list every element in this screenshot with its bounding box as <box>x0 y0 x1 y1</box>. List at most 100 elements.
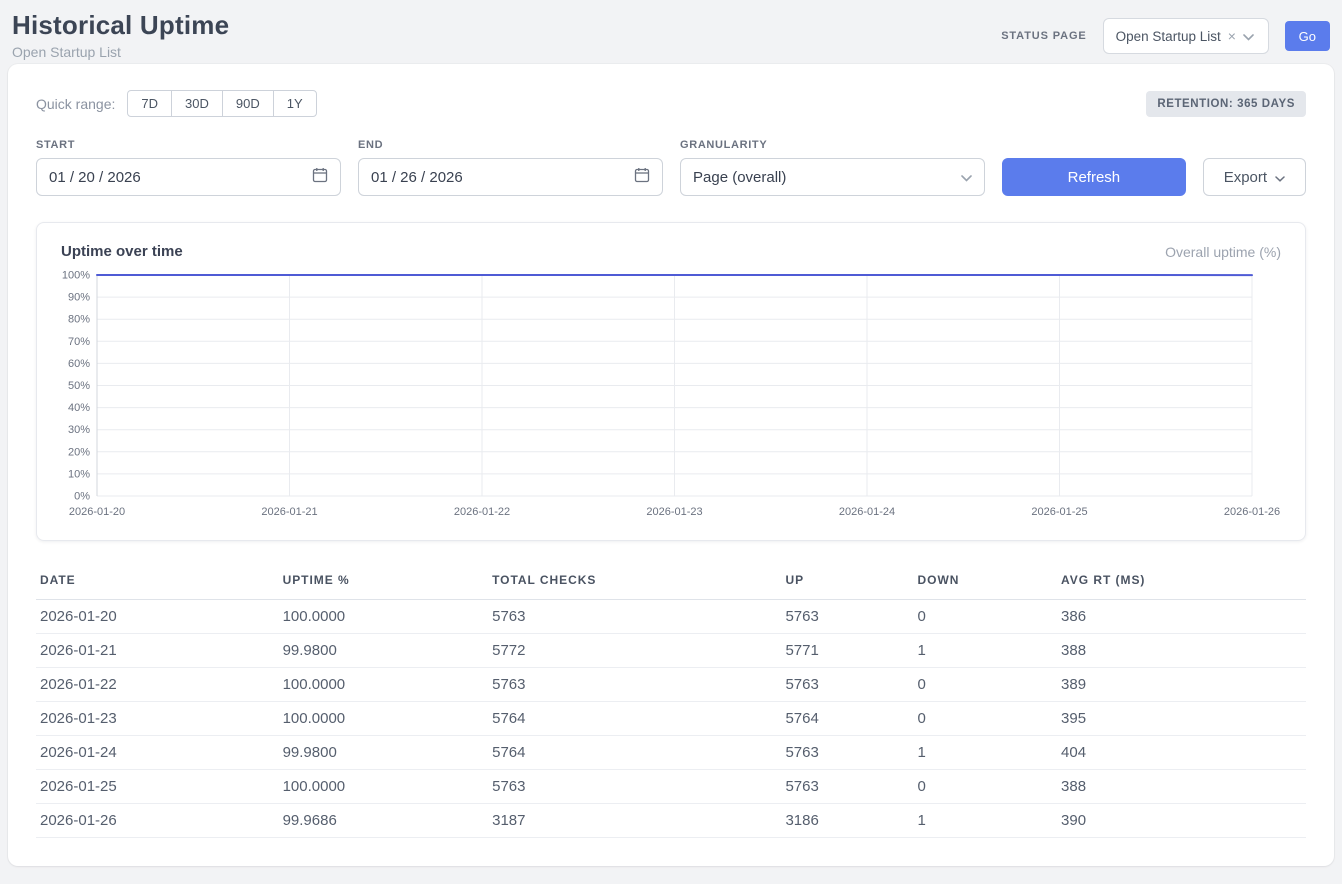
table-cell: 5763 <box>781 736 913 770</box>
table-row: 2026-01-23100.0000576457640395 <box>36 702 1306 736</box>
chart-legend: Overall uptime (%) <box>1165 244 1281 260</box>
svg-text:2026-01-25: 2026-01-25 <box>1031 506 1087 518</box>
col-uptime: UPTIME % <box>279 565 489 600</box>
page-subtitle: Open Startup List <box>12 44 229 60</box>
end-date-value: 01 / 26 / 2026 <box>371 169 463 186</box>
go-button[interactable]: Go <box>1285 21 1330 51</box>
granularity-label: GRANULARITY <box>680 139 985 151</box>
granularity-select[interactable]: Page (overall) <box>680 158 985 196</box>
table-cell: 395 <box>1057 702 1306 736</box>
table-cell: 5763 <box>781 668 913 702</box>
start-label: START <box>36 139 341 151</box>
svg-text:2026-01-21: 2026-01-21 <box>261 506 317 518</box>
clear-icon[interactable]: × <box>1228 29 1236 43</box>
table-row: 2026-01-25100.0000576357630388 <box>36 770 1306 804</box>
table-cell: 100.0000 <box>279 668 489 702</box>
table-cell: 2026-01-20 <box>36 600 279 634</box>
export-button[interactable]: Export <box>1203 158 1306 196</box>
table-cell: 388 <box>1057 634 1306 668</box>
retention-badge: RETENTION: 365 DAYS <box>1146 91 1306 117</box>
svg-text:40%: 40% <box>68 402 90 414</box>
calendar-icon[interactable] <box>312 167 328 187</box>
quick-range-label: Quick range: <box>36 96 115 112</box>
table-cell: 5763 <box>781 600 913 634</box>
svg-text:0%: 0% <box>74 491 90 503</box>
svg-text:2026-01-22: 2026-01-22 <box>454 506 510 518</box>
export-label: Export <box>1224 169 1267 186</box>
end-date-field-group: END 01 / 26 / 2026 <box>358 139 663 196</box>
quick-range-1y[interactable]: 1Y <box>273 90 317 117</box>
table-cell: 3186 <box>781 804 913 838</box>
table-cell: 0 <box>914 770 1058 804</box>
table-cell: 5764 <box>488 736 781 770</box>
page-title: Historical Uptime <box>12 10 229 41</box>
end-date-input[interactable]: 01 / 26 / 2026 <box>358 158 663 196</box>
table-cell: 5763 <box>488 600 781 634</box>
quick-range-group: 7D 30D 90D 1Y <box>127 90 316 117</box>
table-cell: 100.0000 <box>279 600 489 634</box>
quick-range-7d[interactable]: 7D <box>127 90 172 117</box>
svg-text:100%: 100% <box>62 270 90 282</box>
table-cell: 3187 <box>488 804 781 838</box>
table-cell: 2026-01-25 <box>36 770 279 804</box>
col-total-checks: TOTAL CHECKS <box>488 565 781 600</box>
svg-text:10%: 10% <box>68 468 90 480</box>
table-cell: 2026-01-21 <box>36 634 279 668</box>
uptime-line-chart: 0%10%20%30%40%50%60%70%80%90%100%2026-01… <box>61 268 1281 526</box>
end-label: END <box>358 139 663 151</box>
table-cell: 0 <box>914 702 1058 736</box>
svg-text:30%: 30% <box>68 424 90 436</box>
status-page-value: Open Startup List <box>1116 29 1221 44</box>
granularity-value: Page (overall) <box>693 169 786 186</box>
title-block: Historical Uptime Open Startup List <box>12 10 229 60</box>
table-cell: 5771 <box>781 634 913 668</box>
svg-text:50%: 50% <box>68 380 90 392</box>
table-cell: 404 <box>1057 736 1306 770</box>
chevron-down-icon <box>1275 169 1285 186</box>
table-cell: 2026-01-24 <box>36 736 279 770</box>
table-cell: 5763 <box>488 770 781 804</box>
table-cell: 0 <box>914 668 1058 702</box>
start-date-input[interactable]: 01 / 20 / 2026 <box>36 158 341 196</box>
svg-text:70%: 70% <box>68 336 90 348</box>
table-cell: 99.9800 <box>279 634 489 668</box>
calendar-icon[interactable] <box>634 167 650 187</box>
table-row: 2026-01-20100.0000576357630386 <box>36 600 1306 634</box>
table-row: 2026-01-2699.9686318731861390 <box>36 804 1306 838</box>
table-cell: 1 <box>914 736 1058 770</box>
table-cell: 5763 <box>488 668 781 702</box>
chevron-down-icon <box>1243 29 1254 44</box>
refresh-button[interactable]: Refresh <box>1002 158 1186 196</box>
main-panel: Quick range: 7D 30D 90D 1Y RETENTION: 36… <box>8 64 1334 866</box>
svg-text:20%: 20% <box>68 446 90 458</box>
svg-text:2026-01-20: 2026-01-20 <box>69 506 125 518</box>
table-cell: 5763 <box>781 770 913 804</box>
table-cell: 389 <box>1057 668 1306 702</box>
svg-text:2026-01-23: 2026-01-23 <box>646 506 702 518</box>
table-cell: 99.9686 <box>279 804 489 838</box>
table-cell: 0 <box>914 600 1058 634</box>
chevron-down-icon <box>961 169 972 186</box>
start-date-field-group: START 01 / 20 / 2026 <box>36 139 341 196</box>
table-cell: 388 <box>1057 770 1306 804</box>
header-right: STATUS PAGE Open Startup List × Go <box>1001 18 1330 54</box>
table-cell: 390 <box>1057 804 1306 838</box>
svg-text:60%: 60% <box>68 358 90 370</box>
table-cell: 2026-01-26 <box>36 804 279 838</box>
svg-text:2026-01-26: 2026-01-26 <box>1224 506 1280 518</box>
start-date-value: 01 / 20 / 2026 <box>49 169 141 186</box>
table-cell: 1 <box>914 804 1058 838</box>
status-page-select[interactable]: Open Startup List × <box>1103 18 1269 54</box>
table-cell: 2026-01-22 <box>36 668 279 702</box>
granularity-field-group: GRANULARITY Page (overall) <box>680 139 985 196</box>
table-header-row: DATE UPTIME % TOTAL CHECKS UP DOWN AVG R… <box>36 565 1306 600</box>
uptime-chart-card: Uptime over time Overall uptime (%) 0% 10… <box>36 222 1306 541</box>
quick-range-row: Quick range: 7D 30D 90D 1Y RETENTION: 36… <box>36 90 1306 117</box>
table-cell: 1 <box>914 634 1058 668</box>
uptime-table: DATE UPTIME % TOTAL CHECKS UP DOWN AVG R… <box>36 565 1306 838</box>
table-cell: 5764 <box>488 702 781 736</box>
quick-range-90d[interactable]: 90D <box>222 90 274 117</box>
chart-title: Uptime over time <box>61 243 183 260</box>
col-down: DOWN <box>914 565 1058 600</box>
quick-range-30d[interactable]: 30D <box>171 90 223 117</box>
